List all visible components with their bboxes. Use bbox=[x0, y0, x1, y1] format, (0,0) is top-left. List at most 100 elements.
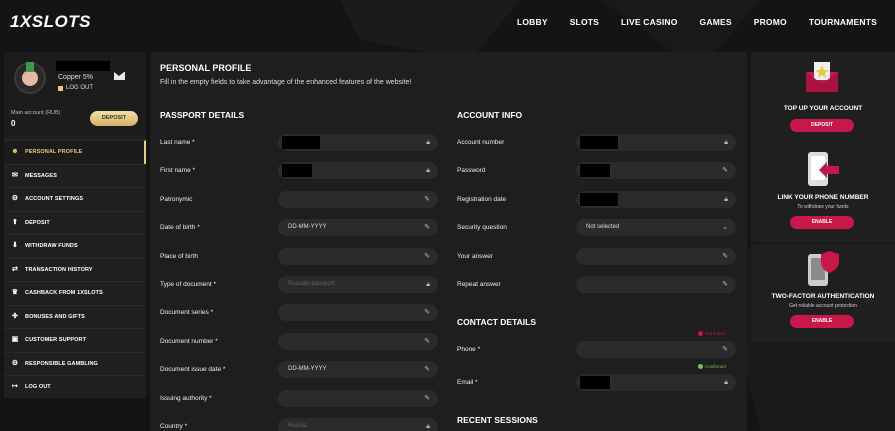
input-password[interactable]: ✎ bbox=[576, 162, 736, 180]
sidebar-item-account-settings[interactable]: ⚙ ACCOUNT SETTINGS bbox=[4, 187, 146, 211]
status-dot-icon bbox=[698, 331, 703, 336]
sidebar-item-messages[interactable]: ✉ MESSAGES bbox=[4, 163, 146, 188]
sidebar-item-deposit[interactable]: ⬆ DEPOSIT bbox=[4, 210, 146, 235]
sidebar-item-transaction-history[interactable]: ⇄ TRANSACTION HISTORY bbox=[4, 257, 146, 282]
field-label: Place of birth bbox=[160, 252, 198, 260]
deposit-icon: ⬆ bbox=[12, 218, 18, 226]
field-label: Document series * bbox=[160, 309, 214, 317]
input-registration-date[interactable]: 🔒︎ bbox=[576, 190, 736, 208]
sidebar-item-label: RESPONSIBLE GAMBLING bbox=[25, 360, 98, 367]
pencil-icon[interactable]: ✎ bbox=[722, 167, 728, 174]
pencil-icon[interactable]: ✎ bbox=[424, 366, 430, 373]
promo-enable-2fa-button[interactable]: ENABLE bbox=[790, 315, 854, 328]
promo-top-up: TOP UP YOUR ACCOUNT DEPOSIT bbox=[751, 52, 895, 148]
input-account-number[interactable]: 🔒︎ bbox=[576, 134, 736, 151]
input-document-issue-date[interactable]: DD-MM-YYYY ✎ bbox=[278, 361, 438, 379]
envelope-icon[interactable] bbox=[114, 72, 125, 80]
sidebar-item-label: ACCOUNT SETTINGS bbox=[25, 196, 84, 203]
input-last-name[interactable]: 🔒︎ bbox=[278, 134, 438, 151]
redacted-value bbox=[282, 164, 312, 178]
pencil-icon[interactable]: ✎ bbox=[722, 253, 728, 260]
promo-subtitle: To withdraw your funds bbox=[797, 204, 849, 210]
username-redacted bbox=[56, 61, 110, 71]
nav-live-casino[interactable]: LIVE CASINO bbox=[621, 17, 678, 27]
input-document-series[interactable]: ✎ bbox=[278, 304, 438, 322]
profile-summary: Copper 5% LOG OUT Main account (RUB) 0 D… bbox=[4, 52, 146, 136]
exchange-icon: ⇄ bbox=[12, 265, 18, 273]
crown-icon: ♛ bbox=[11, 289, 19, 297]
input-your-answer[interactable]: ✎ bbox=[576, 247, 736, 265]
pencil-icon[interactable]: ✎ bbox=[424, 196, 430, 203]
phone-shield-icon bbox=[808, 251, 839, 286]
sidebar-item-withdraw-funds[interactable]: ⬇ WITHDRAW FUNDS bbox=[4, 234, 146, 258]
contact-section-title: CONTACT DETAILS bbox=[457, 317, 537, 327]
input-place-of-birth[interactable]: ✎ bbox=[278, 247, 438, 265]
input-country[interactable]: Russia 🔒︎ bbox=[278, 418, 438, 431]
deposit-button[interactable]: DEPOSIT bbox=[90, 111, 138, 126]
profile-panel: PERSONAL PROFILE Fill in the empty field… bbox=[150, 52, 747, 431]
sidebar-item-bonuses-and-gifts[interactable]: ✚ BONUSES AND GIFTS bbox=[4, 304, 146, 329]
lock-icon: 🔒︎ bbox=[426, 139, 430, 146]
pencil-icon[interactable]: ✎ bbox=[722, 346, 728, 353]
sidebar-item-label: CUSTOMER SUPPORT bbox=[25, 337, 87, 344]
rank-medal-icon bbox=[22, 62, 38, 86]
input-first-name[interactable]: 🔒︎ bbox=[278, 162, 438, 180]
status-dot-icon bbox=[698, 364, 703, 369]
input-email[interactable]: 🔒︎ bbox=[576, 374, 736, 391]
sidebar-item-label: WITHDRAW FUNDS bbox=[25, 243, 78, 250]
input-document-number[interactable]: ✎ bbox=[278, 332, 438, 350]
sidebar-item-log-out[interactable]: ↦ LOG OUT bbox=[4, 375, 146, 399]
input-date-of-birth[interactable]: DD-MM-YYYY ✎ bbox=[278, 219, 438, 237]
sidebar-item-label: PERSONAL PROFILE bbox=[25, 149, 83, 156]
lock-icon: 🔒︎ bbox=[724, 139, 728, 146]
input-patronymic[interactable]: ✎ bbox=[278, 190, 438, 208]
pencil-icon[interactable]: ✎ bbox=[424, 395, 430, 402]
right-sidebar: TOP UP YOUR ACCOUNT DEPOSIT LINK YOUR PH… bbox=[751, 52, 895, 342]
field-label: Document issue date * bbox=[160, 366, 226, 374]
gears-icon: ⚙ bbox=[11, 359, 19, 367]
sidebar-item-personal-profile[interactable]: ☻ PERSONAL PROFILE bbox=[4, 140, 146, 164]
sidebar-item-cashback-from-1xslots[interactable]: ♛ CASHBACK FROM 1XSLOTS bbox=[4, 281, 146, 305]
field-label: Phone * bbox=[457, 346, 481, 353]
field-value: Russian passport bbox=[288, 281, 335, 287]
input-repeat-answer[interactable]: ✎ bbox=[576, 276, 736, 293]
site-logo[interactable]: 1XSLOTS bbox=[10, 12, 91, 32]
pencil-icon[interactable]: ✎ bbox=[722, 281, 728, 288]
envelope-star-icon bbox=[806, 62, 838, 92]
field-label: Your answer bbox=[457, 252, 493, 260]
input-phone[interactable]: ✎ bbox=[576, 341, 736, 358]
pencil-icon[interactable]: ✎ bbox=[424, 309, 430, 316]
input-security-question[interactable]: Not selected ⌄ bbox=[576, 219, 736, 237]
promo-subtitle: Get reliable account protection bbox=[789, 303, 857, 309]
gears-icon: ⚙ bbox=[11, 195, 19, 203]
withdraw-icon: ⬇ bbox=[12, 242, 18, 250]
field-label: Country * bbox=[160, 423, 188, 430]
promo-enable-phone-button[interactable]: ENABLE bbox=[790, 216, 854, 229]
promo-two-factor: TWO-FACTOR AUTHENTICATION Get reliable a… bbox=[751, 244, 895, 342]
field-label: Last name * bbox=[160, 139, 195, 146]
avatar[interactable] bbox=[14, 62, 46, 94]
chevron-down-icon[interactable]: ⌄ bbox=[722, 224, 728, 231]
nav-tournaments[interactable]: TOURNAMENTS bbox=[809, 17, 877, 27]
pencil-icon[interactable]: ✎ bbox=[424, 338, 430, 345]
input-type-of-document[interactable]: Russian passport 🔒︎ bbox=[278, 276, 438, 293]
input-issuing-authority[interactable]: ✎ bbox=[278, 389, 438, 407]
rank-label: Copper 5% bbox=[58, 74, 94, 81]
field-label: Password bbox=[457, 167, 486, 175]
top-header: 1XSLOTS LOBBY SLOTS LIVE CASINO GAMES PR… bbox=[0, 0, 895, 44]
pencil-icon[interactable]: ✎ bbox=[424, 224, 430, 231]
status-text: Confirmed bbox=[705, 364, 726, 369]
nav-promo[interactable]: PROMO bbox=[754, 17, 787, 27]
pencil-icon[interactable]: ✎ bbox=[424, 253, 430, 260]
nav-games[interactable]: GAMES bbox=[700, 17, 732, 27]
field-value: Russia bbox=[288, 423, 307, 429]
sidebar-item-responsible-gambling[interactable]: ⚙ RESPONSIBLE GAMBLING bbox=[4, 351, 146, 376]
field-label: Type of document * bbox=[160, 281, 217, 288]
nav-slots[interactable]: SLOTS bbox=[570, 17, 599, 27]
main-nav: LOBBY SLOTS LIVE CASINO GAMES PROMO TOUR… bbox=[495, 17, 877, 27]
nav-lobby[interactable]: LOBBY bbox=[517, 17, 548, 27]
logout-link[interactable]: LOG OUT bbox=[58, 85, 93, 91]
sidebar-item-customer-support[interactable]: ▣ CUSTOMER SUPPORT bbox=[4, 328, 146, 352]
promo-deposit-button[interactable]: DEPOSIT bbox=[790, 119, 854, 132]
phone-link-icon bbox=[808, 152, 839, 186]
